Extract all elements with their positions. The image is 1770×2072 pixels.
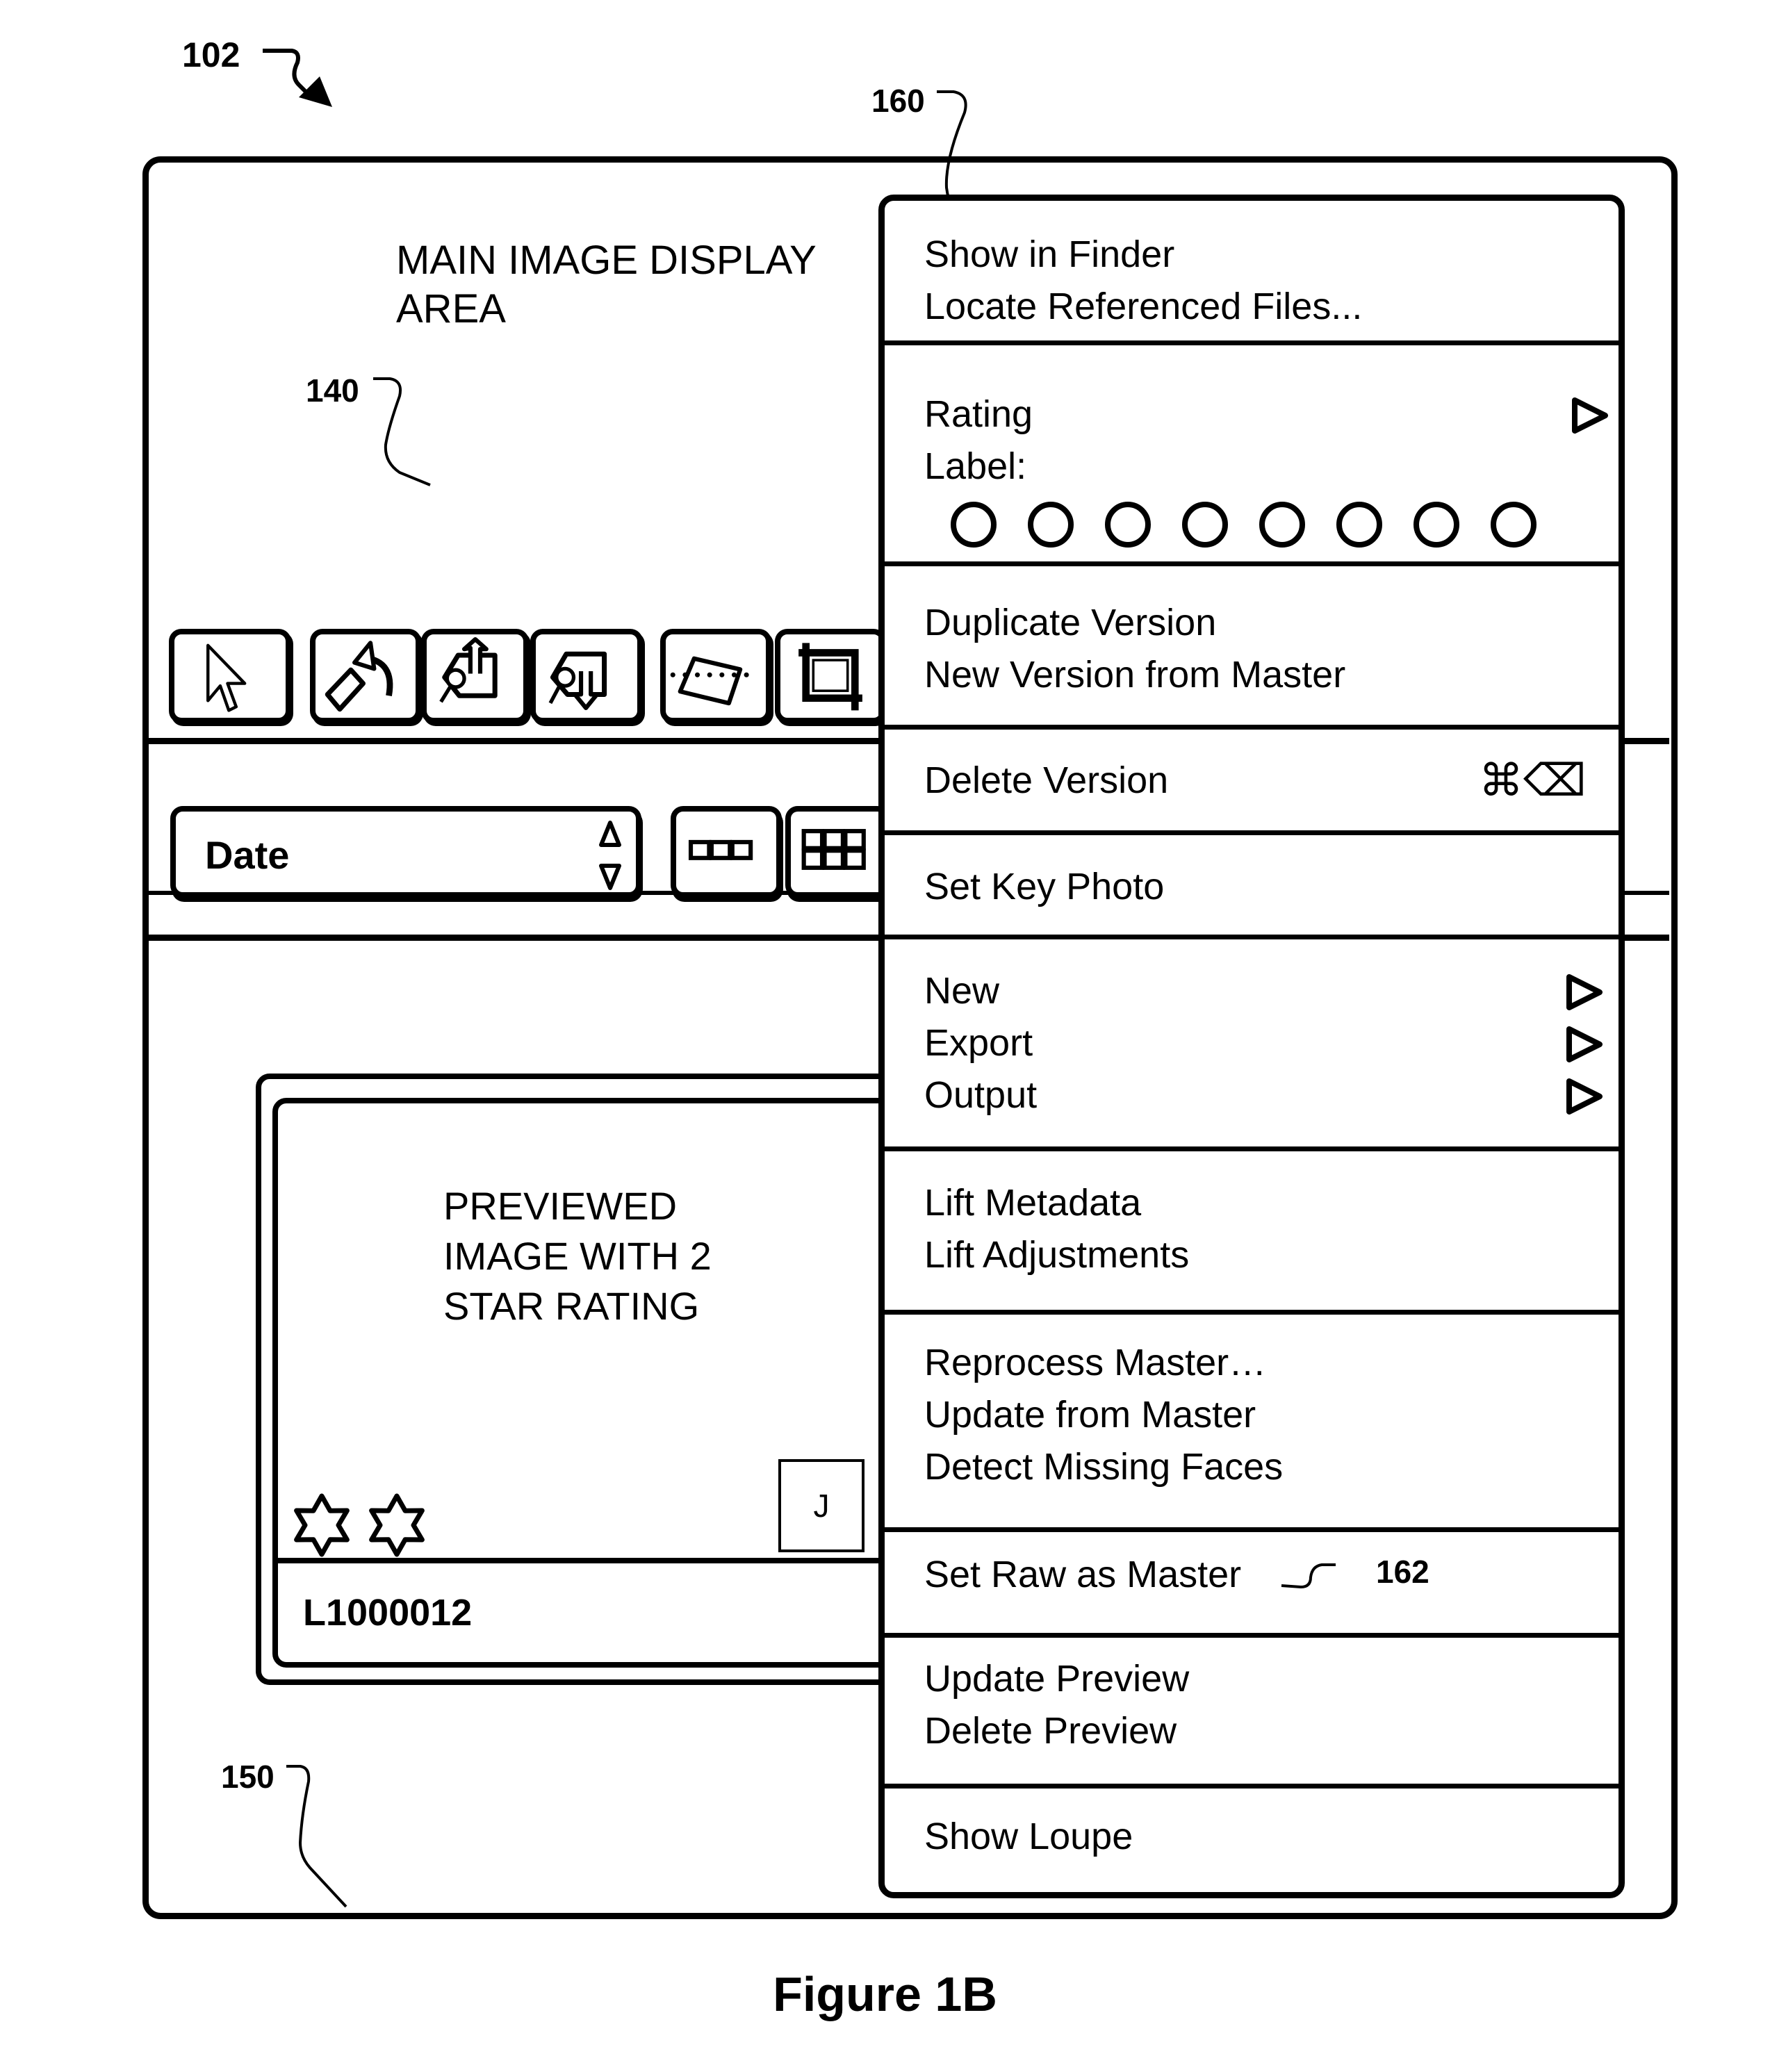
- lift-eyedropper-up-icon: [439, 636, 498, 703]
- menu-item-duplicate-version[interactable]: Duplicate Version: [924, 601, 1216, 644]
- ref-label-150: 150: [221, 1759, 274, 1795]
- submenu-arrow-icon: [1566, 1078, 1603, 1115]
- menu-item-output[interactable]: Output: [924, 1074, 1037, 1117]
- menu-separator: [881, 1146, 1622, 1151]
- shortcut-command-delete: ⌘⌫: [1479, 755, 1587, 805]
- crop-tool-button[interactable]: [775, 629, 886, 723]
- menu-separator: [881, 340, 1622, 345]
- ref-leader-150: [286, 1765, 347, 1908]
- menu-separator: [881, 830, 1622, 835]
- up-down-stepper-icon[interactable]: [594, 817, 626, 894]
- sort-select-value: Date: [205, 833, 290, 877]
- menu-item-update-from-master[interactable]: Update from Master: [924, 1393, 1256, 1436]
- menu-separator: [881, 561, 1622, 566]
- label-color-swatch[interactable]: [1182, 502, 1228, 548]
- filmstrip-view-button[interactable]: [671, 806, 782, 898]
- menu-item-delete-version[interactable]: Delete Version: [924, 759, 1168, 802]
- menu-item-lift-metadata[interactable]: Lift Metadata: [924, 1181, 1141, 1224]
- menu-separator: [881, 1784, 1622, 1789]
- main-display-label-line1: MAIN IMAGE DISPLAY: [396, 238, 817, 283]
- rotate-icon: [325, 641, 393, 712]
- arrow-pointer-icon: [206, 643, 247, 712]
- menu-item-set-key-photo[interactable]: Set Key Photo: [924, 865, 1164, 908]
- menu-separator: [881, 935, 1622, 939]
- preview-label-line1: PREVIEWED: [443, 1184, 678, 1228]
- menu-item-new-version-from-master[interactable]: New Version from Master: [924, 653, 1345, 696]
- label-color-swatch[interactable]: [1028, 502, 1074, 548]
- menu-item-delete-preview[interactable]: Delete Preview: [924, 1709, 1177, 1752]
- menu-separator: [881, 1310, 1622, 1315]
- menu-separator: [881, 1633, 1622, 1638]
- menu-separator: [881, 1527, 1622, 1532]
- filmstrip-icon: [688, 839, 753, 860]
- label-color-swatch[interactable]: [1105, 502, 1151, 548]
- rotate-tool-button[interactable]: [310, 629, 421, 723]
- ref-label-160: 160: [871, 83, 925, 119]
- ref-leader-162: [1281, 1563, 1336, 1589]
- main-image-display-area: MAIN IMAGE DISPLAY AREA: [396, 236, 817, 334]
- menu-item-lift-adjustments[interactable]: Lift Adjustments: [924, 1233, 1189, 1276]
- straighten-icon: [670, 656, 749, 706]
- menu-item-locate-referenced-files[interactable]: Locate Referenced Files...: [924, 285, 1362, 328]
- badge-j: J: [778, 1459, 864, 1552]
- submenu-arrow-icon: [1572, 397, 1608, 434]
- menu-item-show-loupe[interactable]: Show Loupe: [924, 1815, 1133, 1858]
- thumbnail-filename: L1000012: [303, 1592, 473, 1634]
- ref-label-140: 140: [306, 372, 359, 409]
- thumbnail-caption-divider: [278, 1558, 880, 1563]
- main-display-label-line2: AREA: [396, 286, 506, 331]
- menu-item-update-preview[interactable]: Update Preview: [924, 1657, 1189, 1700]
- star-icon: [369, 1493, 425, 1557]
- pointer-tool-button[interactable]: [169, 629, 291, 723]
- star-rating: [294, 1493, 425, 1557]
- grid-icon: [801, 829, 866, 870]
- menu-item-show-in-finder[interactable]: Show in Finder: [924, 233, 1174, 276]
- label-color-swatch[interactable]: [951, 502, 997, 548]
- label-color-swatch[interactable]: [1413, 502, 1459, 548]
- ref-arrow-102: [263, 49, 332, 107]
- menu-item-set-raw-as-master[interactable]: Set Raw as Master: [924, 1553, 1241, 1596]
- preview-label-line3: STAR RATING: [443, 1284, 700, 1328]
- menu-separator: [881, 725, 1622, 730]
- submenu-arrow-icon: [1566, 974, 1603, 1010]
- label-color-swatch[interactable]: [1259, 502, 1305, 548]
- stamp-tool-button[interactable]: [530, 629, 643, 723]
- controls-divider-right: [1625, 891, 1669, 895]
- grid-view-button[interactable]: [785, 806, 890, 898]
- menu-item-reprocess-master[interactable]: Reprocess Master…: [924, 1341, 1266, 1384]
- straighten-tool-button[interactable]: [660, 629, 771, 723]
- menu-item-rating[interactable]: Rating: [924, 393, 1033, 436]
- menu-item-new[interactable]: New: [924, 969, 999, 1012]
- menu-item-label[interactable]: Label:: [924, 445, 1026, 488]
- thumbnail-preview-label: PREVIEWED IMAGE WITH 2 STAR RATING: [443, 1181, 712, 1331]
- stamp-eyedropper-down-icon: [548, 651, 607, 710]
- label-color-swatch[interactable]: [1491, 502, 1537, 548]
- ref-leader-140: [373, 377, 431, 486]
- figure-caption: Figure 1B: [773, 1967, 997, 2021]
- toolbar-divider-right: [1625, 738, 1669, 744]
- menu-item-detect-missing-faces[interactable]: Detect Missing Faces: [924, 1445, 1283, 1488]
- browser-top-divider-right: [1625, 935, 1669, 941]
- lift-tool-button[interactable]: [421, 629, 529, 723]
- submenu-arrow-icon: [1566, 1026, 1603, 1062]
- browser-top-divider: [149, 935, 878, 941]
- star-icon: [294, 1493, 350, 1557]
- toolbar-divider: [149, 738, 878, 744]
- ref-label-162: 162: [1376, 1554, 1429, 1590]
- label-color-swatch[interactable]: [1336, 502, 1382, 548]
- sort-select[interactable]: Date: [170, 806, 641, 898]
- menu-item-export[interactable]: Export: [924, 1021, 1033, 1064]
- crop-icon: [798, 643, 862, 711]
- preview-label-line2: IMAGE WITH 2: [443, 1234, 712, 1278]
- ref-label-102: 102: [182, 35, 240, 74]
